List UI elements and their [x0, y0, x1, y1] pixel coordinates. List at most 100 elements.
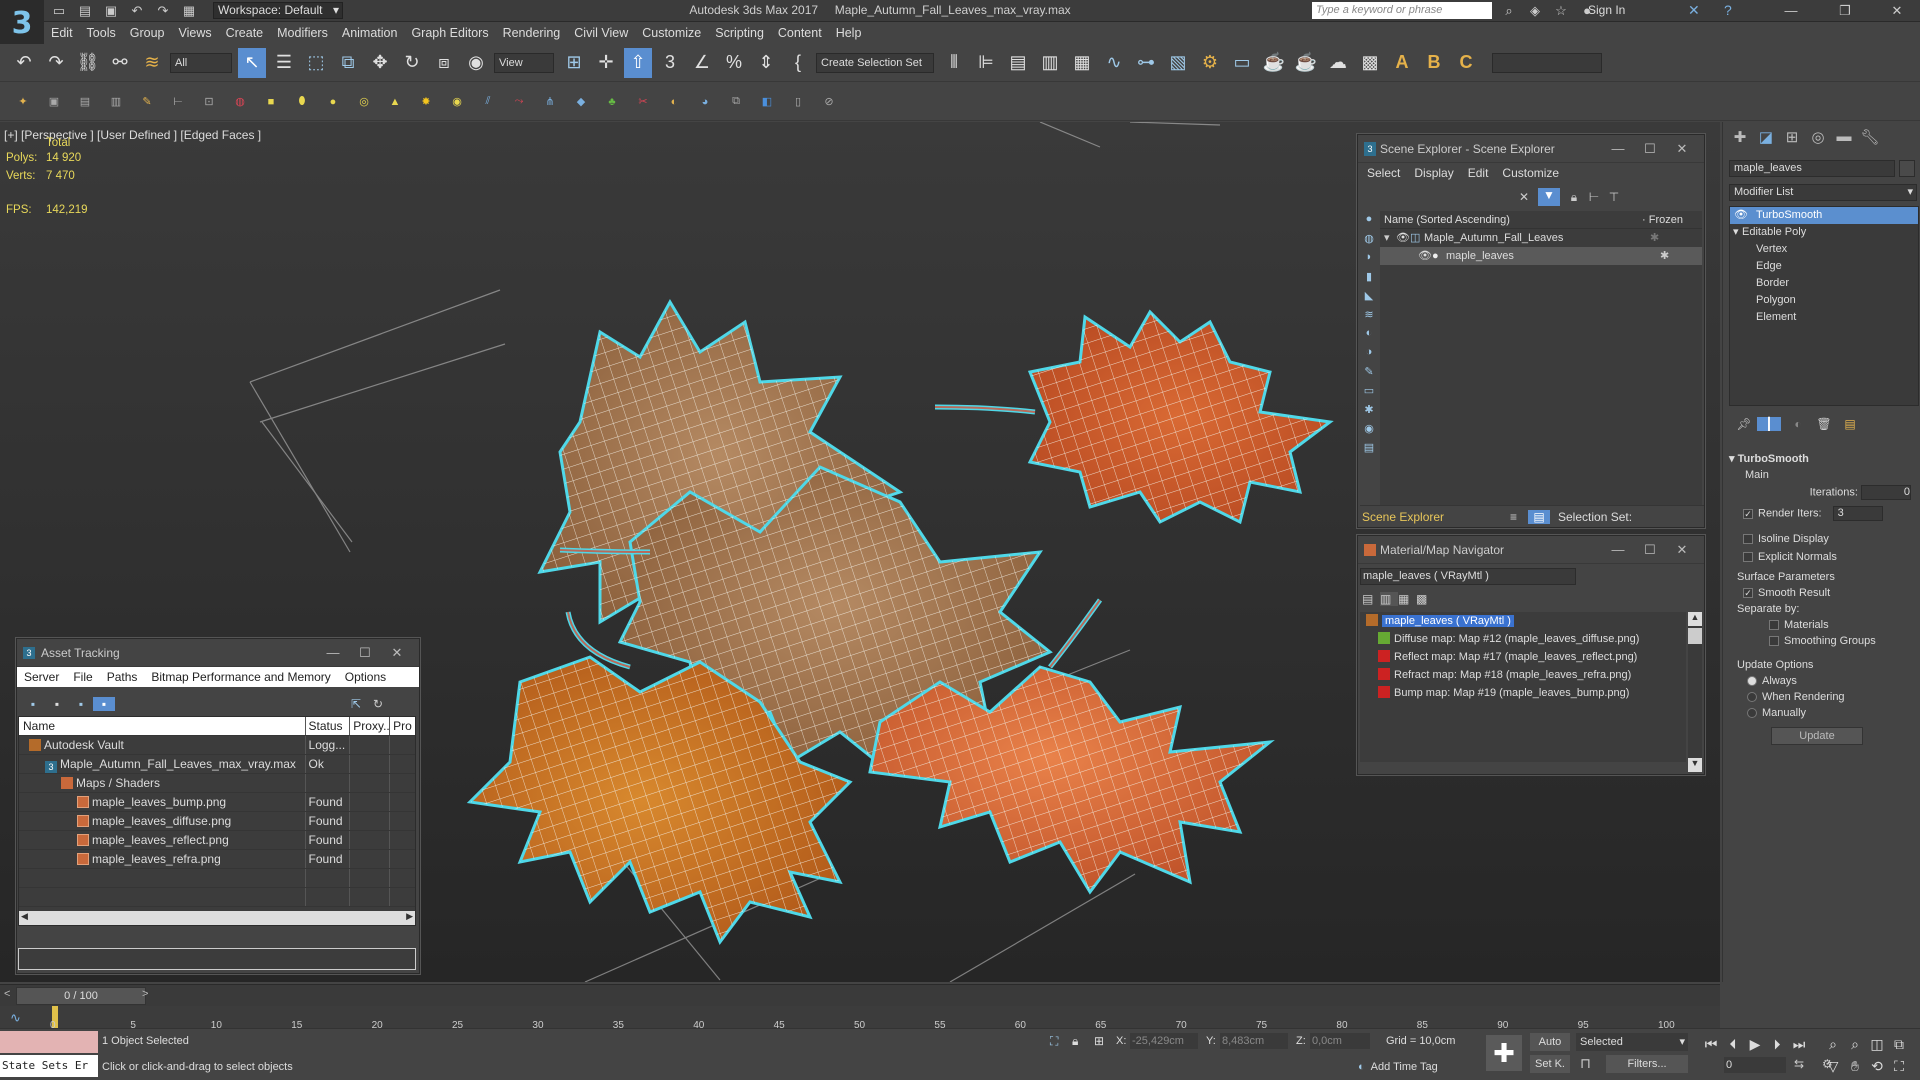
- close-icon[interactable]: ✕: [1666, 536, 1698, 564]
- always-radio[interactable]: [1747, 676, 1757, 687]
- pan-icon[interactable]: ✋︎: [1844, 1055, 1866, 1077]
- minimize-icon[interactable]: —: [1602, 536, 1634, 564]
- menu-edit[interactable]: Edit: [1461, 163, 1496, 183]
- subscription-icon[interactable]: ◈: [1526, 3, 1544, 19]
- search-input[interactable]: Type a keyword or phrase: [1312, 2, 1492, 19]
- curve-editor-icon[interactable]: ∿: [1100, 48, 1128, 78]
- undo-icon[interactable]: ↶: [128, 3, 146, 19]
- menu-scripting[interactable]: Scripting: [708, 22, 771, 44]
- map-row-refract[interactable]: Refract map: Map #18 (maple_leaves_refra…: [1360, 666, 1686, 684]
- absolute-mode-icon[interactable]: ⊞: [1094, 1034, 1116, 1048]
- state-sets-field[interactable]: State Sets Er: [0, 1055, 98, 1077]
- object-color-swatch[interactable]: [1899, 160, 1915, 177]
- scroll-left-icon[interactable]: ◀: [21, 911, 28, 922]
- cylinder-primitive-icon[interactable]: ⬮: [289, 89, 315, 115]
- zoom-extents-icon[interactable]: ◫: [1866, 1033, 1888, 1055]
- menu-modifiers[interactable]: Modifiers: [270, 22, 335, 44]
- view-large-icons-icon[interactable]: ▩: [1416, 592, 1434, 606]
- window-crossing-icon[interactable]: ⧉: [334, 48, 362, 78]
- percent-snap-icon[interactable]: %: [720, 48, 748, 78]
- sphere-primitive-icon[interactable]: ●: [320, 89, 346, 115]
- display-all-icon[interactable]: ▤: [1360, 441, 1378, 460]
- display-xrefs-icon[interactable]: ◑: [1360, 346, 1378, 365]
- toolbar2-icon-17[interactable]: ⤳: [506, 89, 532, 115]
- redo-icon[interactable]: ↷: [42, 48, 70, 78]
- remove-modifier-icon[interactable]: 🗑︎: [1811, 417, 1837, 431]
- rectangular-selection-icon[interactable]: ⬚: [302, 48, 330, 78]
- selection-lock-icon[interactable]: 🔒︎: [1072, 1034, 1094, 1049]
- maximize-icon[interactable]: ☐: [349, 639, 381, 667]
- display-hidden-icon[interactable]: ◉: [1360, 422, 1378, 441]
- named-selection-set-dropdown[interactable]: Create Selection Set: [816, 52, 934, 73]
- sign-in-button[interactable]: Sign In: [1588, 3, 1625, 17]
- ribbon-toggle-icon[interactable]: ▦: [1068, 48, 1096, 78]
- create-tab-icon[interactable]: ✚: [1727, 128, 1753, 150]
- filter-icon[interactable]: ▼: [1538, 188, 1560, 206]
- menu-content[interactable]: Content: [771, 22, 829, 44]
- display-groups-icon[interactable]: ◐: [1360, 327, 1378, 346]
- frozen-icon[interactable]: ✱: [1660, 247, 1669, 265]
- menu-customize[interactable]: Customize: [635, 22, 708, 44]
- hierarchy-icon[interactable]: ⊢: [1584, 190, 1604, 204]
- go-to-end-icon[interactable]: ⏭: [1788, 1033, 1810, 1055]
- align-icon[interactable]: ⊫: [972, 48, 1000, 78]
- snaps-toggle-icon[interactable]: 3: [656, 48, 684, 78]
- edit-named-selection-icon[interactable]: {: [784, 48, 812, 78]
- show-end-result-icon[interactable]: ┃: [1757, 417, 1781, 431]
- display-lights-icon[interactable]: ◗: [1360, 251, 1378, 270]
- render-iterative-icon[interactable]: ☕: [1292, 48, 1320, 78]
- scene-explorer-toggle-icon[interactable]: ▤: [1004, 48, 1032, 78]
- column-status-header[interactable]: Status: [306, 717, 351, 735]
- isolate-selection-icon[interactable]: ⛶: [1050, 1034, 1072, 1049]
- make-unique-icon[interactable]: ◐: [1785, 417, 1811, 431]
- display-helpers-icon[interactable]: ◣: [1360, 289, 1378, 308]
- view-list-icon[interactable]: ▤: [1362, 592, 1380, 606]
- zoom-icon[interactable]: ⌕: [1822, 1033, 1844, 1055]
- exchange-icon[interactable]: ✕: [1688, 2, 1700, 19]
- schematic-view-icon[interactable]: ⊶: [1132, 48, 1160, 78]
- asset-path-field[interactable]: [18, 948, 416, 970]
- display-geometry-icon[interactable]: ●: [1360, 213, 1378, 232]
- scroll-right-icon[interactable]: ▶: [406, 911, 413, 922]
- lock-icon[interactable]: 🔒︎: [1564, 190, 1584, 205]
- restore-icon[interactable]: ❐: [1826, 1, 1864, 21]
- isoline-checkbox[interactable]: [1743, 534, 1753, 545]
- modify-tab-icon[interactable]: ◪: [1753, 128, 1779, 150]
- asset-table-hscrollbar[interactable]: ◀ ▶: [19, 911, 415, 925]
- menu-customize[interactable]: Customize: [1495, 163, 1566, 183]
- menu-rendering[interactable]: Rendering: [496, 22, 568, 44]
- material-root-row[interactable]: maple_leaves ( VRayMtl ): [1360, 612, 1686, 630]
- toolbar2-icon-23[interactable]: ◕: [692, 89, 718, 115]
- curve-editor-mini-icon[interactable]: ∿: [10, 1010, 21, 1026]
- utilities-tab-icon[interactable]: 🔧︎: [1857, 128, 1883, 150]
- star-icon[interactable]: ☆: [1552, 3, 1570, 19]
- play-icon[interactable]: ▶: [1744, 1033, 1766, 1055]
- toolbar2-icon-25[interactable]: ◧: [754, 89, 780, 115]
- set-key-button[interactable]: Set K.: [1530, 1055, 1570, 1073]
- minimize-icon[interactable]: —: [1772, 1, 1810, 21]
- stack-item-element[interactable]: Element: [1730, 309, 1918, 326]
- clear-search-icon[interactable]: ✕: [1514, 190, 1534, 204]
- time-next-icon[interactable]: >: [142, 988, 148, 1000]
- maximize-icon[interactable]: ☐: [1634, 135, 1666, 163]
- cone-primitive-icon[interactable]: ▲: [382, 89, 408, 115]
- zoom-extents-all-icon[interactable]: ⧉: [1888, 1033, 1910, 1055]
- select-object-icon[interactable]: ↖: [238, 47, 266, 78]
- stack-item-edge[interactable]: Edge: [1730, 258, 1918, 275]
- redo-icon[interactable]: ↷: [154, 3, 172, 19]
- a360-gallery-icon[interactable]: ▩: [1356, 48, 1384, 78]
- material-editor-icon[interactable]: ▧: [1164, 48, 1192, 78]
- modifier-list-dropdown[interactable]: Modifier List ▾: [1729, 184, 1917, 201]
- configure-modifier-sets-icon[interactable]: ▤: [1837, 417, 1863, 431]
- map-row-diffuse[interactable]: Diffuse map: Map #12 (maple_leaves_diffu…: [1360, 630, 1686, 648]
- scene-explorer-mode-icon[interactable]: ▤: [1528, 509, 1550, 524]
- tree-row-scene-root[interactable]: ▾ 👁︎ ◫ Maple_Autumn_Fall_Leaves ✱: [1380, 229, 1702, 247]
- reference-coordinate-dropdown[interactable]: View: [494, 52, 554, 73]
- render-iters-spinner[interactable]: 3: [1832, 506, 1883, 521]
- display-frozen-icon[interactable]: ✱: [1360, 403, 1378, 422]
- layers-icon[interactable]: ≡: [1510, 510, 1528, 524]
- stack-item-turbosmooth[interactable]: 👁︎ TurboSmooth: [1730, 207, 1918, 224]
- project-folder-icon[interactable]: ▦: [180, 3, 198, 19]
- undo-icon[interactable]: ↶: [10, 48, 38, 78]
- menu-tools[interactable]: Tools: [80, 22, 123, 44]
